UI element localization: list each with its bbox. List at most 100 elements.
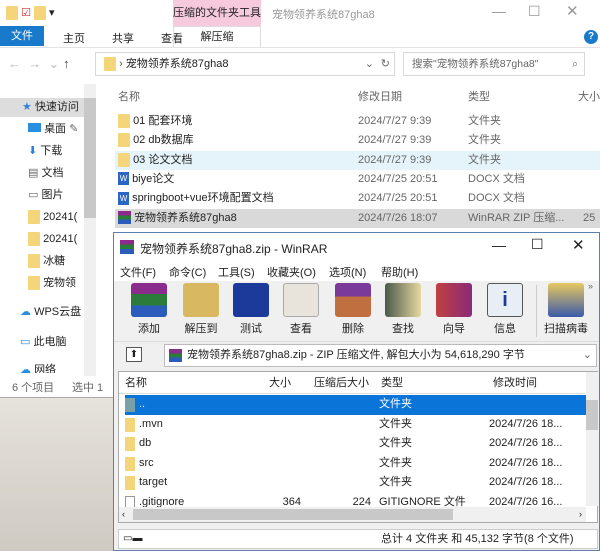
vertical-scrollbar[interactable] <box>586 372 598 506</box>
winrar-title: 宠物领养系统87gha8.zip - WinRAR <box>140 242 328 256</box>
archive-path-dropdown[interactable]: 宠物领养系统87gha8.zip - ZIP 压缩文件, 解包大小为 54,61… <box>164 344 597 367</box>
sidebar-scrollbar[interactable] <box>84 84 96 376</box>
toolbar-add[interactable]: 添加 <box>124 283 174 336</box>
menu-file[interactable]: 文件(F) <box>120 264 156 280</box>
maximize-button[interactable]: ☐ <box>531 236 544 253</box>
nav-back-forward-icons[interactable]: ← → ⌄ ↑ <box>8 56 69 72</box>
entry-type: 文件夹 <box>379 417 412 430</box>
column-header-name[interactable]: 名称 <box>118 88 140 104</box>
tab-share[interactable]: 共享 <box>112 30 134 46</box>
folder-icon <box>125 476 135 490</box>
toolbar-find[interactable]: 查找 <box>378 283 428 336</box>
sidebar-item-network[interactable]: ☁ 网络 <box>20 361 56 373</box>
column-header-size[interactable]: 大小 <box>578 88 600 104</box>
file-date: 2024/7/27 9:39 <box>358 115 432 127</box>
column-header-packed[interactable]: 压缩后大小 <box>314 372 369 394</box>
drive-icon: ▭▬ <box>123 533 143 544</box>
file-row[interactable]: W springboot+vue环境配置文档 2024/7/25 20:51 D… <box>115 189 600 208</box>
file-row[interactable]: 01 配套环境 2024/7/27 9:39 文件夹 <box>115 112 600 131</box>
tab-extract[interactable]: 解压缩 <box>173 26 261 47</box>
file-name: springboot+vue环境配置文档 <box>132 192 274 205</box>
file-list: 名称 大小 压缩后大小 类型 修改时间 .. 文件夹 .mvn 文件夹 2024… <box>118 371 598 523</box>
folder-icon <box>118 114 130 129</box>
entry-name: .mvn <box>139 417 163 430</box>
file-type: DOCX 文档 <box>468 172 525 185</box>
divider <box>0 47 600 48</box>
sidebar-item-this-pc[interactable]: ▭ 此电脑 <box>20 333 66 352</box>
file-name: 02 db数据库 <box>133 134 194 147</box>
file-date: 2024/7/27 9:39 <box>358 153 432 166</box>
sidebar-item-desktop[interactable]: 桌面 ✎ <box>28 120 78 139</box>
up-folder-button[interactable]: ⬆ <box>126 347 142 362</box>
file-row[interactable]: W biye论文 2024/7/25 20:51 DOCX 文档 <box>115 170 600 189</box>
address-bar[interactable]: › 宠物领养系统87gha8 ⌄ ↻ <box>95 52 395 76</box>
file-size: 25 <box>583 211 596 224</box>
file-name: biye论文 <box>132 172 175 185</box>
file-row[interactable]: 02 db数据库 2024/7/27 9:39 文件夹 <box>115 131 600 150</box>
toolbar-delete[interactable]: 删除 <box>328 283 378 336</box>
toolbar-view[interactable]: 查看 <box>276 283 326 336</box>
toolbar-separator <box>536 285 537 337</box>
refresh-icon[interactable]: ↻ <box>381 53 390 75</box>
sidebar-item-documents[interactable]: ▤ 文档 <box>28 164 63 183</box>
menu-options[interactable]: 选项(N) <box>329 264 366 280</box>
search-input[interactable]: 搜索"宠物领养系统87gha8" ⌕ <box>403 52 585 76</box>
menu-favorites[interactable]: 收藏夹(O) <box>267 264 316 280</box>
folder-icon <box>104 57 116 72</box>
menu-tools[interactable]: 工具(S) <box>218 264 255 280</box>
column-header-size[interactable]: 大小 <box>269 372 291 394</box>
minimize-button[interactable]: — <box>492 237 506 253</box>
sidebar-item-pictures[interactable]: ▭ 图片 <box>28 186 63 205</box>
winrar-archive-icon <box>118 211 131 225</box>
view-icon <box>283 283 319 317</box>
file-row[interactable]: 宠物领养系统87gha8 2024/7/26 18:07 WinRAR ZIP … <box>115 208 600 228</box>
file-date: 2024/7/26 18:07 <box>358 211 438 224</box>
archive-row[interactable]: .mvn 文件夹 2024/7/26 18... <box>125 415 587 435</box>
sidebar-item-folder[interactable]: 宠物领 <box>28 274 76 293</box>
tab-home[interactable]: 主页 <box>63 30 85 46</box>
entry-type: 文件夹 <box>379 398 412 410</box>
entry-type: 文件夹 <box>379 437 412 449</box>
folder-icon <box>118 152 130 167</box>
column-header-name[interactable]: 名称 <box>125 372 147 394</box>
horizontal-scrollbar[interactable]: ‹ › <box>119 507 586 522</box>
toolbar-wizard[interactable]: 向导 <box>429 283 479 336</box>
sidebar-item-downloads[interactable]: ⬇ 下载 <box>28 142 62 161</box>
toolbar-info[interactable]: i 信息 <box>480 283 530 336</box>
archive-row[interactable]: target 文件夹 2024/7/26 18... <box>125 473 587 493</box>
sidebar-item-wps-cloud[interactable]: ☁ WPS云盘 <box>20 303 81 322</box>
toolbar-test[interactable]: 测试 <box>226 283 276 336</box>
toolbar-overflow-icon[interactable]: » <box>588 281 593 291</box>
sidebar-item-quick-access[interactable]: ★ 快速访问 <box>0 98 84 117</box>
toolbar-virus-scan[interactable]: 扫描病毒 <box>538 283 594 336</box>
list-header: 名称 大小 压缩后大小 类型 修改时间 <box>119 372 585 394</box>
sidebar-item-folder[interactable]: 20241( <box>28 230 77 249</box>
entry-modified: 2024/7/26 18... <box>489 476 563 488</box>
column-header-modified[interactable]: 修改时间 <box>493 372 537 394</box>
toolbar-extract-to[interactable]: 解压到 <box>176 283 226 336</box>
help-icon[interactable]: ? <box>584 30 598 44</box>
file-type: DOCX 文档 <box>468 192 525 205</box>
archive-row[interactable]: db 文件夹 2024/7/26 18... <box>125 434 587 454</box>
minimize-button[interactable]: — <box>492 3 506 19</box>
sidebar-item-folder[interactable]: 20241( <box>28 208 77 227</box>
folder-icon <box>125 456 135 471</box>
menu-commands[interactable]: 命令(C) <box>169 264 206 280</box>
tab-file[interactable]: 文件 <box>0 26 44 46</box>
file-type: 文件夹 <box>468 153 501 166</box>
wizard-icon <box>436 283 472 317</box>
file-row[interactable]: 03 论文文档 2024/7/27 9:39 文件夹 <box>115 150 600 170</box>
file-name: 宠物领养系统87gha8 <box>134 211 237 224</box>
column-header-date[interactable]: 修改日期 <box>358 88 402 104</box>
menu-help[interactable]: 帮助(H) <box>381 264 418 280</box>
archive-row[interactable]: src 文件夹 2024/7/26 18... <box>125 454 587 474</box>
close-button[interactable]: ✕ <box>566 2 579 20</box>
column-header-type[interactable]: 类型 <box>381 372 403 394</box>
sidebar-item-folder[interactable]: 冰糖 <box>28 252 65 271</box>
quick-access-toolbar[interactable]: ☑ ▾ <box>6 6 55 21</box>
search-icon: ⌕ <box>572 58 578 70</box>
column-header-type[interactable]: 类型 <box>468 88 490 104</box>
archive-row[interactable]: .. 文件夹 <box>125 395 587 415</box>
close-button[interactable]: ✕ <box>572 236 585 254</box>
maximize-button[interactable]: ☐ <box>528 3 541 20</box>
